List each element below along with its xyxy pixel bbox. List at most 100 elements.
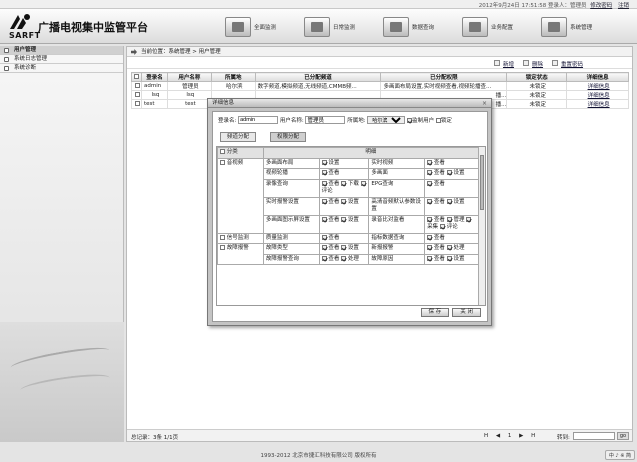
row-checkbox[interactable] — [131, 90, 142, 100]
nav-business-config[interactable]: 业务配置 — [462, 15, 513, 39]
table-row[interactable]: admin 管理员 哈尔滨 数字频道,模拟频道,无线频道,CMMB频... 多画… — [131, 81, 629, 91]
detail-link[interactable]: 详细信息 — [588, 102, 610, 108]
permission-name: 多画面布局 — [262, 157, 320, 169]
tab-permission-assign[interactable]: 权限分配 — [270, 132, 307, 142]
permission-option-label: 查看 — [433, 159, 445, 166]
monitor-user-checkbox[interactable] — [407, 117, 413, 123]
permission-checkbox[interactable] — [321, 234, 327, 240]
reset-password-icon — [552, 60, 558, 66]
permission-checkbox[interactable] — [341, 216, 347, 222]
permission-name: 多画面 — [368, 168, 426, 180]
reset-password-button[interactable]: 重置密码 — [561, 60, 583, 68]
permission-name: 视频轮播 — [262, 168, 320, 180]
permission-options: 查看 设置 — [424, 196, 479, 216]
permission-checkbox[interactable] — [427, 159, 433, 165]
select-all-checkbox[interactable] — [131, 72, 142, 82]
sidebar-item-log-manage[interactable]: 系统日志管理 — [0, 55, 123, 64]
scrollbar-thumb[interactable] — [480, 155, 484, 210]
permission-option-label: 处理 — [347, 255, 359, 262]
group-checkbox[interactable] — [220, 245, 225, 250]
permission-checkbox[interactable] — [446, 245, 452, 250]
permission-name: EPG查询 — [368, 178, 426, 198]
nav-full-monitor[interactable]: 全面监测 — [225, 15, 276, 39]
permission-checkbox[interactable] — [321, 198, 327, 204]
username-field[interactable] — [305, 116, 346, 124]
go-button[interactable]: go — [617, 432, 629, 440]
permission-option-label: 下载 — [347, 180, 359, 187]
category-checkbox[interactable] — [220, 149, 225, 154]
detail-link[interactable]: 详细信息 — [588, 93, 610, 99]
permission-checkbox[interactable] — [427, 234, 433, 240]
permission-checkbox[interactable] — [321, 170, 327, 175]
dialog-title-bar[interactable]: 详细信息 × — [208, 99, 491, 108]
permission-scrollbar[interactable] — [478, 147, 485, 305]
cell-name: 管理员 — [166, 81, 212, 91]
nav-daily-monitor[interactable]: 日常监测 — [304, 15, 355, 39]
nav-system-manage[interactable]: 系统管理 — [541, 15, 592, 39]
tab-channel-assign[interactable]: 频道分配 — [220, 132, 257, 142]
sidebar-item-user-manage[interactable]: 用户管理 — [0, 46, 123, 55]
footer: 1993-2012 北京市捷汇科技有限公司 版权所有 — [260, 453, 377, 459]
permission-name: 指标数据查询 — [368, 232, 426, 244]
login-label: 登录名: — [218, 118, 237, 124]
permission-checkbox[interactable] — [341, 180, 347, 186]
permission-checkbox[interactable] — [427, 170, 433, 175]
col-name: 用户名称 — [166, 72, 212, 82]
permission-checkbox[interactable] — [427, 198, 433, 204]
sidebar: 用户管理 系统日志管理 系统诊断 — [0, 46, 124, 442]
permission-option-label: 查看 — [433, 245, 445, 251]
detail-link[interactable]: 详细信息 — [588, 84, 610, 90]
permission-checkbox[interactable] — [427, 216, 433, 222]
permission-checkbox[interactable] — [321, 255, 327, 261]
nav-data-query[interactable]: 数据查询 — [383, 15, 434, 39]
permission-checkbox[interactable] — [321, 216, 327, 222]
permission-checkbox[interactable] — [446, 216, 452, 222]
sidebar-item-diagnosis[interactable]: 系统诊断 — [0, 64, 123, 73]
permission-checkbox[interactable] — [321, 159, 327, 165]
permission-checkbox[interactable] — [321, 180, 327, 186]
permission-checkbox[interactable] — [341, 255, 347, 261]
cell-place: 哈尔滨 — [210, 81, 256, 91]
permission-option-label: 查看 — [328, 245, 340, 251]
permission-name: 故障原因 — [368, 253, 426, 265]
dialog-close-icon[interactable]: × — [482, 99, 487, 108]
permission-option-label: 设置 — [347, 216, 359, 223]
permission-name: 实时报警设置 — [262, 196, 320, 216]
permission-checkbox[interactable] — [321, 245, 327, 250]
permission-checkbox[interactable] — [446, 255, 452, 261]
save-button[interactable]: 保 存 — [420, 308, 450, 317]
cell-name: test — [166, 99, 212, 109]
permission-name: 多画面图示屏设置 — [262, 214, 320, 234]
delete-button[interactable]: 删除 — [532, 60, 543, 68]
permission-checkbox[interactable] — [341, 245, 347, 250]
permission-checkbox[interactable] — [446, 198, 452, 204]
row-checkbox[interactable] — [131, 99, 142, 109]
place-select[interactable]: 哈尔滨 — [367, 116, 406, 124]
close-button[interactable]: 关 闭 — [452, 308, 481, 317]
permission-checkbox[interactable] — [427, 180, 433, 186]
ime-toolbar[interactable]: 中 ♪ ※ 简 — [604, 450, 635, 460]
permission-checkbox[interactable] — [341, 198, 347, 204]
col-place: 所属地 — [210, 72, 256, 82]
group-checkbox[interactable] — [220, 234, 225, 240]
login-field[interactable] — [238, 116, 279, 124]
permission-checkbox[interactable] — [466, 216, 472, 222]
permission-option-label: 查看 — [433, 198, 445, 205]
goto-page-input[interactable] — [573, 432, 615, 440]
permission-checkbox[interactable] — [427, 255, 433, 261]
permission-checkbox[interactable] — [439, 224, 445, 229]
page-nav-buttons[interactable]: H ◀ 1 ▶ H — [484, 433, 538, 439]
row-checkbox[interactable] — [131, 81, 142, 91]
locked-label: 锁定 — [440, 118, 452, 124]
add-button[interactable]: 新增 — [503, 60, 514, 68]
group-name: 故障报警 — [226, 245, 249, 251]
sidebar-decoration — [0, 322, 124, 442]
group-checkbox[interactable] — [220, 159, 225, 165]
permission-checkbox[interactable] — [446, 170, 452, 175]
logo: SARFT 广播电视集中监管平台 — [8, 13, 168, 41]
permission-checkbox[interactable] — [427, 245, 433, 250]
group-name: 信号监测 — [226, 234, 249, 241]
permission-option-label: 处理 — [453, 245, 465, 251]
permission-checkbox[interactable] — [360, 180, 366, 186]
monitor-icon — [225, 17, 251, 37]
